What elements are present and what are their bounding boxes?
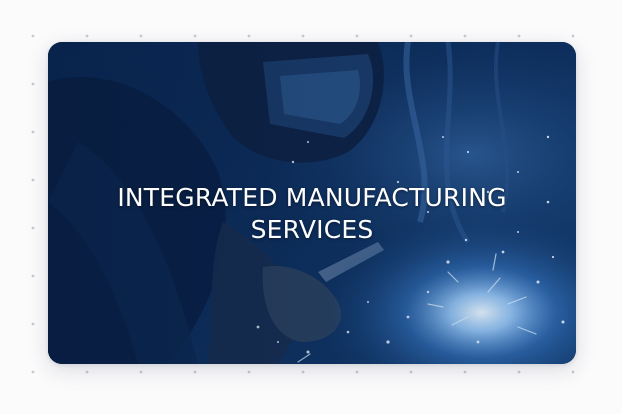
card-title-line-1: INTEGRATED MANUFACTURING [117,183,507,212]
card-title: INTEGRATED MANUFACTURING SERVICES [48,182,576,246]
card-title-line-2: SERVICES [250,215,374,244]
service-card-link[interactable]: INTEGRATED MANUFACTURING SERVICES [48,42,576,364]
page-background: INTEGRATED MANUFACTURING SERVICES [0,0,622,414]
